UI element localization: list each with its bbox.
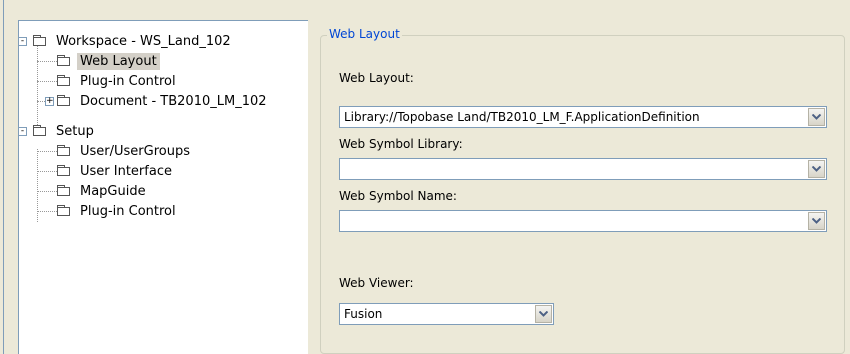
navigation-tree[interactable]: - Workspace - WS_Land_102 Web Layout Plu… xyxy=(18,20,308,354)
web-viewer-select[interactable]: Fusion xyxy=(339,303,554,325)
tree-item-web-layout[interactable]: Web Layout xyxy=(57,51,160,71)
folder-icon xyxy=(57,75,71,87)
web-symbol-library-select[interactable] xyxy=(339,158,827,180)
folder-icon xyxy=(57,95,71,107)
tree-item-label: Setup xyxy=(56,123,94,139)
tree-item-label: MapGuide xyxy=(80,183,146,199)
tree-connector xyxy=(37,61,57,62)
chevron-down-icon[interactable] xyxy=(535,305,552,323)
tree-connector xyxy=(37,81,57,82)
web-symbol-library-label: Web Symbol Library: xyxy=(339,137,463,151)
chevron-down-icon[interactable] xyxy=(808,160,825,178)
web-layout-select[interactable]: Library://Topobase Land/TB2010_LM_F.Appl… xyxy=(339,106,827,128)
web-layout-label: Web Layout: xyxy=(339,71,414,85)
expand-expander[interactable]: + xyxy=(45,97,54,106)
tree-connector xyxy=(37,151,57,152)
folder-icon xyxy=(57,55,71,67)
tree-connector xyxy=(37,101,45,102)
web-viewer-value: Fusion xyxy=(344,307,383,321)
folder-icon xyxy=(57,185,71,197)
collapse-expander[interactable]: - xyxy=(18,127,27,136)
tree-item-label: User Interface xyxy=(80,163,172,179)
tree-item-workspace[interactable]: Workspace - WS_Land_102 xyxy=(33,31,234,51)
tree-item-document[interactable]: Document - TB2010_LM_102 xyxy=(57,91,270,111)
folder-icon xyxy=(57,205,71,217)
chevron-down-icon[interactable] xyxy=(808,212,825,230)
tree-connector xyxy=(37,41,38,133)
tree-item-label: Plug-in Control xyxy=(80,73,176,89)
tree-connector xyxy=(37,191,57,192)
group-title: Web Layout xyxy=(327,27,402,41)
tree-item-label: User/UserGroups xyxy=(80,143,190,159)
window-edge xyxy=(0,0,4,354)
tree-item-label: Document - TB2010_LM_102 xyxy=(80,93,267,109)
properties-panel: Web Layout Web Layout: Library://Topobas… xyxy=(320,20,850,354)
web-symbol-name-select[interactable] xyxy=(339,210,827,232)
tree-connector xyxy=(37,171,57,172)
collapse-expander[interactable]: - xyxy=(18,37,27,46)
tree-item-plugin-control[interactable]: Plug-in Control xyxy=(57,71,179,91)
tree-item-user-groups[interactable]: User/UserGroups xyxy=(57,141,193,161)
tree-item-label: Workspace - WS_Land_102 xyxy=(56,33,231,49)
chevron-down-icon[interactable] xyxy=(808,108,825,126)
tree-item-mapguide[interactable]: MapGuide xyxy=(57,181,149,201)
web-viewer-label: Web Viewer: xyxy=(339,276,414,290)
tree-item-user-interface[interactable]: User Interface xyxy=(57,161,175,181)
tree-item-setup-plugin-control[interactable]: Plug-in Control xyxy=(57,201,179,221)
folder-icon xyxy=(33,125,47,137)
web-layout-value: Library://Topobase Land/TB2010_LM_F.Appl… xyxy=(344,110,700,124)
tree-connector xyxy=(37,211,57,212)
web-symbol-name-label: Web Symbol Name: xyxy=(339,189,457,203)
tree-item-label: Web Layout xyxy=(77,52,160,70)
folder-icon xyxy=(57,145,71,157)
tree-item-setup[interactable]: Setup xyxy=(33,121,97,141)
tree-item-label: Plug-in Control xyxy=(80,203,176,219)
folder-icon xyxy=(57,165,71,177)
web-layout-group: Web Layout Web Layout: Library://Topobas… xyxy=(320,27,845,354)
folder-icon xyxy=(33,35,47,47)
